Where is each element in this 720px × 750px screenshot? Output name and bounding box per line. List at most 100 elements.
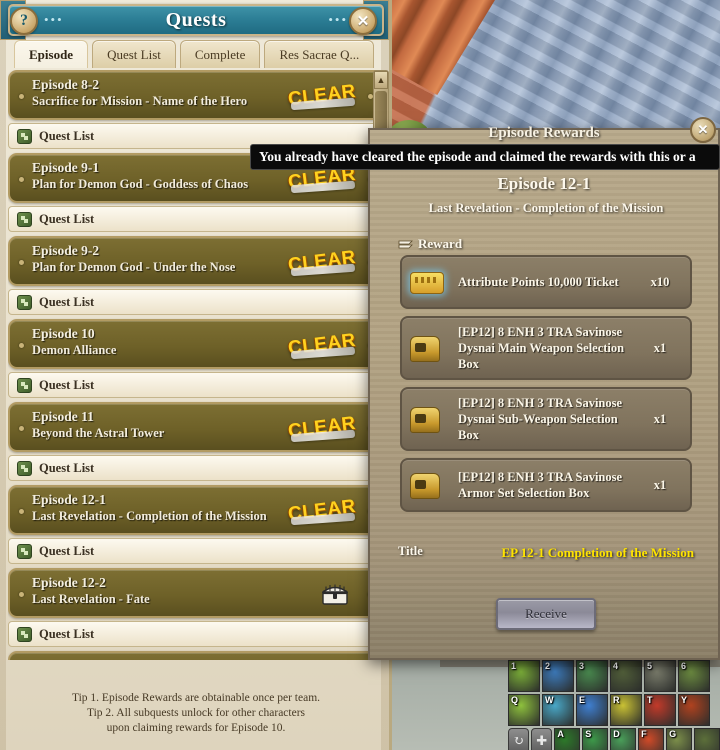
skill-hotkey: G bbox=[669, 729, 677, 739]
skill-slot[interactable]: G bbox=[666, 728, 693, 750]
quest-list-icon bbox=[17, 211, 32, 227]
skill-row[interactable]: ↻ ✚ A S D F G bbox=[508, 728, 720, 750]
episode-row[interactable]: Episode 12-2 Last Revelation - Fate bbox=[8, 568, 384, 618]
rivet-icon bbox=[19, 177, 24, 182]
episode-number: Episode 12-2 bbox=[32, 575, 106, 590]
quest-list-label: Quest List bbox=[39, 543, 95, 558]
episode-number: Episode 13 bbox=[32, 657, 372, 660]
quests-window: ••• Quests ••• ? ✕ Episode Quest List Comp… bbox=[0, 0, 392, 750]
treasure-chest-icon[interactable] bbox=[322, 584, 348, 606]
episode-row[interactable]: Episode 13Scar of Fate - Demon after the… bbox=[8, 651, 384, 660]
help-icon[interactable]: ? bbox=[10, 7, 38, 35]
tab-quest-list[interactable]: Quest List bbox=[92, 40, 176, 68]
reward-item-quantity: x10 bbox=[650, 274, 670, 289]
skill-slot[interactable]: 4 bbox=[610, 660, 642, 692]
episode-row[interactable]: Episode 11 Beyond the Astral Tower CLEAR bbox=[8, 402, 384, 452]
skillbar-side-button[interactable]: ↻ bbox=[508, 728, 530, 750]
quest-list-row[interactable]: Quest List bbox=[8, 289, 384, 315]
scroll-up-button[interactable]: ▲ bbox=[374, 71, 388, 89]
quest-list-label: Quest List bbox=[39, 294, 95, 309]
quest-list-label: Quest List bbox=[39, 460, 95, 475]
skill-slot[interactable]: T bbox=[644, 694, 676, 726]
quest-list-icon bbox=[17, 460, 32, 476]
skill-slot[interactable]: 6 bbox=[678, 660, 710, 692]
reward-item-quantity: x1 bbox=[653, 477, 667, 492]
quest-list-label: Quest List bbox=[39, 377, 95, 392]
skill-hotkey: E bbox=[579, 695, 586, 705]
skill-hotkey: 4 bbox=[613, 661, 619, 671]
tooltip-text: You already have cleared the episode and… bbox=[259, 149, 696, 164]
tab-episode[interactable]: Episode bbox=[14, 40, 89, 68]
title-reward-label: Title bbox=[398, 544, 423, 558]
scroll-icon bbox=[398, 240, 413, 248]
tip-line-2: Tip 2. All subquests unlock for other ch… bbox=[86, 707, 306, 719]
tab-bar[interactable]: Episode Quest List Complete Res Sacrae Q... bbox=[14, 40, 375, 68]
skill-slot[interactable]: 3 bbox=[576, 660, 608, 692]
reward-item-name: [EP12] 8 ENH 3 TRA Savinose Armor Set Se… bbox=[458, 470, 623, 500]
skill-row[interactable]: 1 2 3 4 5 6 bbox=[508, 660, 720, 692]
skill-slot[interactable] bbox=[694, 728, 720, 750]
skill-hotkey: A bbox=[557, 729, 564, 739]
box-icon bbox=[410, 470, 444, 500]
episode-subtitle: Last Revelation - Fate bbox=[32, 592, 150, 606]
skill-slot[interactable]: 1 bbox=[508, 660, 540, 692]
rivet-icon bbox=[19, 343, 24, 348]
reward-item[interactable]: [EP12] 8 ENH 3 TRA Savinose Armor Set Se… bbox=[400, 458, 692, 512]
skill-hotkey: S bbox=[585, 729, 592, 739]
quest-list-row[interactable]: Quest List bbox=[8, 206, 384, 232]
reward-item[interactable]: [EP12] 8 ENH 3 TRA Savinose Dysnai Main … bbox=[400, 316, 692, 380]
quest-list-row[interactable]: Quest List bbox=[8, 621, 384, 647]
rewards-episode-subtitle: Last Revelation - Completion of the Miss… bbox=[428, 201, 664, 215]
quest-list-label: Quest List bbox=[39, 128, 95, 143]
quest-list-row[interactable]: Quest List bbox=[8, 455, 384, 481]
skill-bar[interactable]: 1 2 3 4 5 6 Q W E R T Y ↻ ✚ A S D F G bbox=[508, 660, 720, 750]
episode-row[interactable]: Episode 12-1 Last Revelation - Completion… bbox=[8, 485, 384, 535]
box-icon bbox=[410, 333, 444, 363]
episode-row[interactable]: Episode 8-2 Sacrifice for Mission - Name … bbox=[8, 70, 384, 120]
skill-hotkey: Y bbox=[681, 695, 688, 705]
reward-item-name: [EP12] 8 ENH 3 TRA Savinose Dysnai Main … bbox=[458, 325, 625, 371]
reward-item[interactable]: [EP12] 8 ENH 3 TRA Savinose Dysnai Sub-W… bbox=[400, 387, 692, 451]
tab-res-sacrae-q[interactable]: Res Sacrae Q... bbox=[264, 40, 375, 68]
skill-slot[interactable]: S bbox=[582, 728, 609, 750]
skill-slot[interactable]: 5 bbox=[644, 660, 676, 692]
box-icon bbox=[410, 404, 444, 434]
rewards-item-list: Attribute Points 10,000 Ticket x10 [EP12] … bbox=[400, 255, 692, 519]
episode-row[interactable]: Episode 10 Demon Alliance CLEAR bbox=[8, 319, 384, 369]
rewards-header-title: Episode Rewards bbox=[488, 124, 600, 141]
reward-section-label: Reward bbox=[418, 236, 463, 251]
rewards-close-icon[interactable]: ✕ bbox=[690, 117, 716, 143]
skill-slot[interactable]: D bbox=[610, 728, 637, 750]
tab-complete[interactable]: Complete bbox=[179, 40, 261, 68]
titlebar-dots-left: ••• bbox=[44, 12, 64, 27]
tooltip: You already have cleared the episode and… bbox=[250, 144, 720, 170]
skill-slot[interactable]: W bbox=[542, 694, 574, 726]
page-title: Quests bbox=[165, 8, 227, 31]
quest-list-row[interactable]: Quest List bbox=[8, 538, 384, 564]
skill-slot[interactable]: F bbox=[638, 728, 665, 750]
tips-text: Tip 1. Episode Rewards are obtainable on… bbox=[0, 691, 392, 736]
reward-item-quantity: x1 bbox=[653, 340, 667, 355]
reward-item[interactable]: Attribute Points 10,000 Ticket x10 bbox=[400, 255, 692, 309]
skill-row[interactable]: QWE RTY bbox=[508, 694, 720, 726]
skill-slot[interactable]: 2 bbox=[542, 660, 574, 692]
skill-slot[interactable]: A bbox=[554, 728, 581, 750]
rivet-icon bbox=[19, 260, 24, 265]
skill-slot[interactable]: Q bbox=[508, 694, 540, 726]
episode-row[interactable]: Episode 9-2 Plan for Demon God - Under th… bbox=[8, 236, 384, 286]
skill-hotkey: 6 bbox=[681, 661, 687, 671]
titlebar-dots-right: ••• bbox=[328, 12, 348, 27]
close-icon[interactable]: ✕ bbox=[349, 7, 377, 35]
rivet-icon bbox=[19, 426, 24, 431]
skill-hotkey: 2 bbox=[545, 661, 551, 671]
reward-item-name: Attribute Points 10,000 Ticket bbox=[458, 275, 619, 289]
skill-slot[interactable]: R bbox=[610, 694, 642, 726]
skill-slot[interactable]: Y bbox=[678, 694, 710, 726]
skillbar-side-button[interactable]: ✚ bbox=[531, 728, 553, 750]
receive-button[interactable]: Receive bbox=[496, 598, 596, 630]
rewards-episode-title: Episode 12-1 bbox=[497, 174, 591, 193]
skill-slot[interactable]: E bbox=[576, 694, 608, 726]
quest-list-row[interactable]: Quest List bbox=[8, 372, 384, 398]
rivet-icon bbox=[19, 592, 24, 597]
quest-list-icon bbox=[17, 626, 32, 642]
